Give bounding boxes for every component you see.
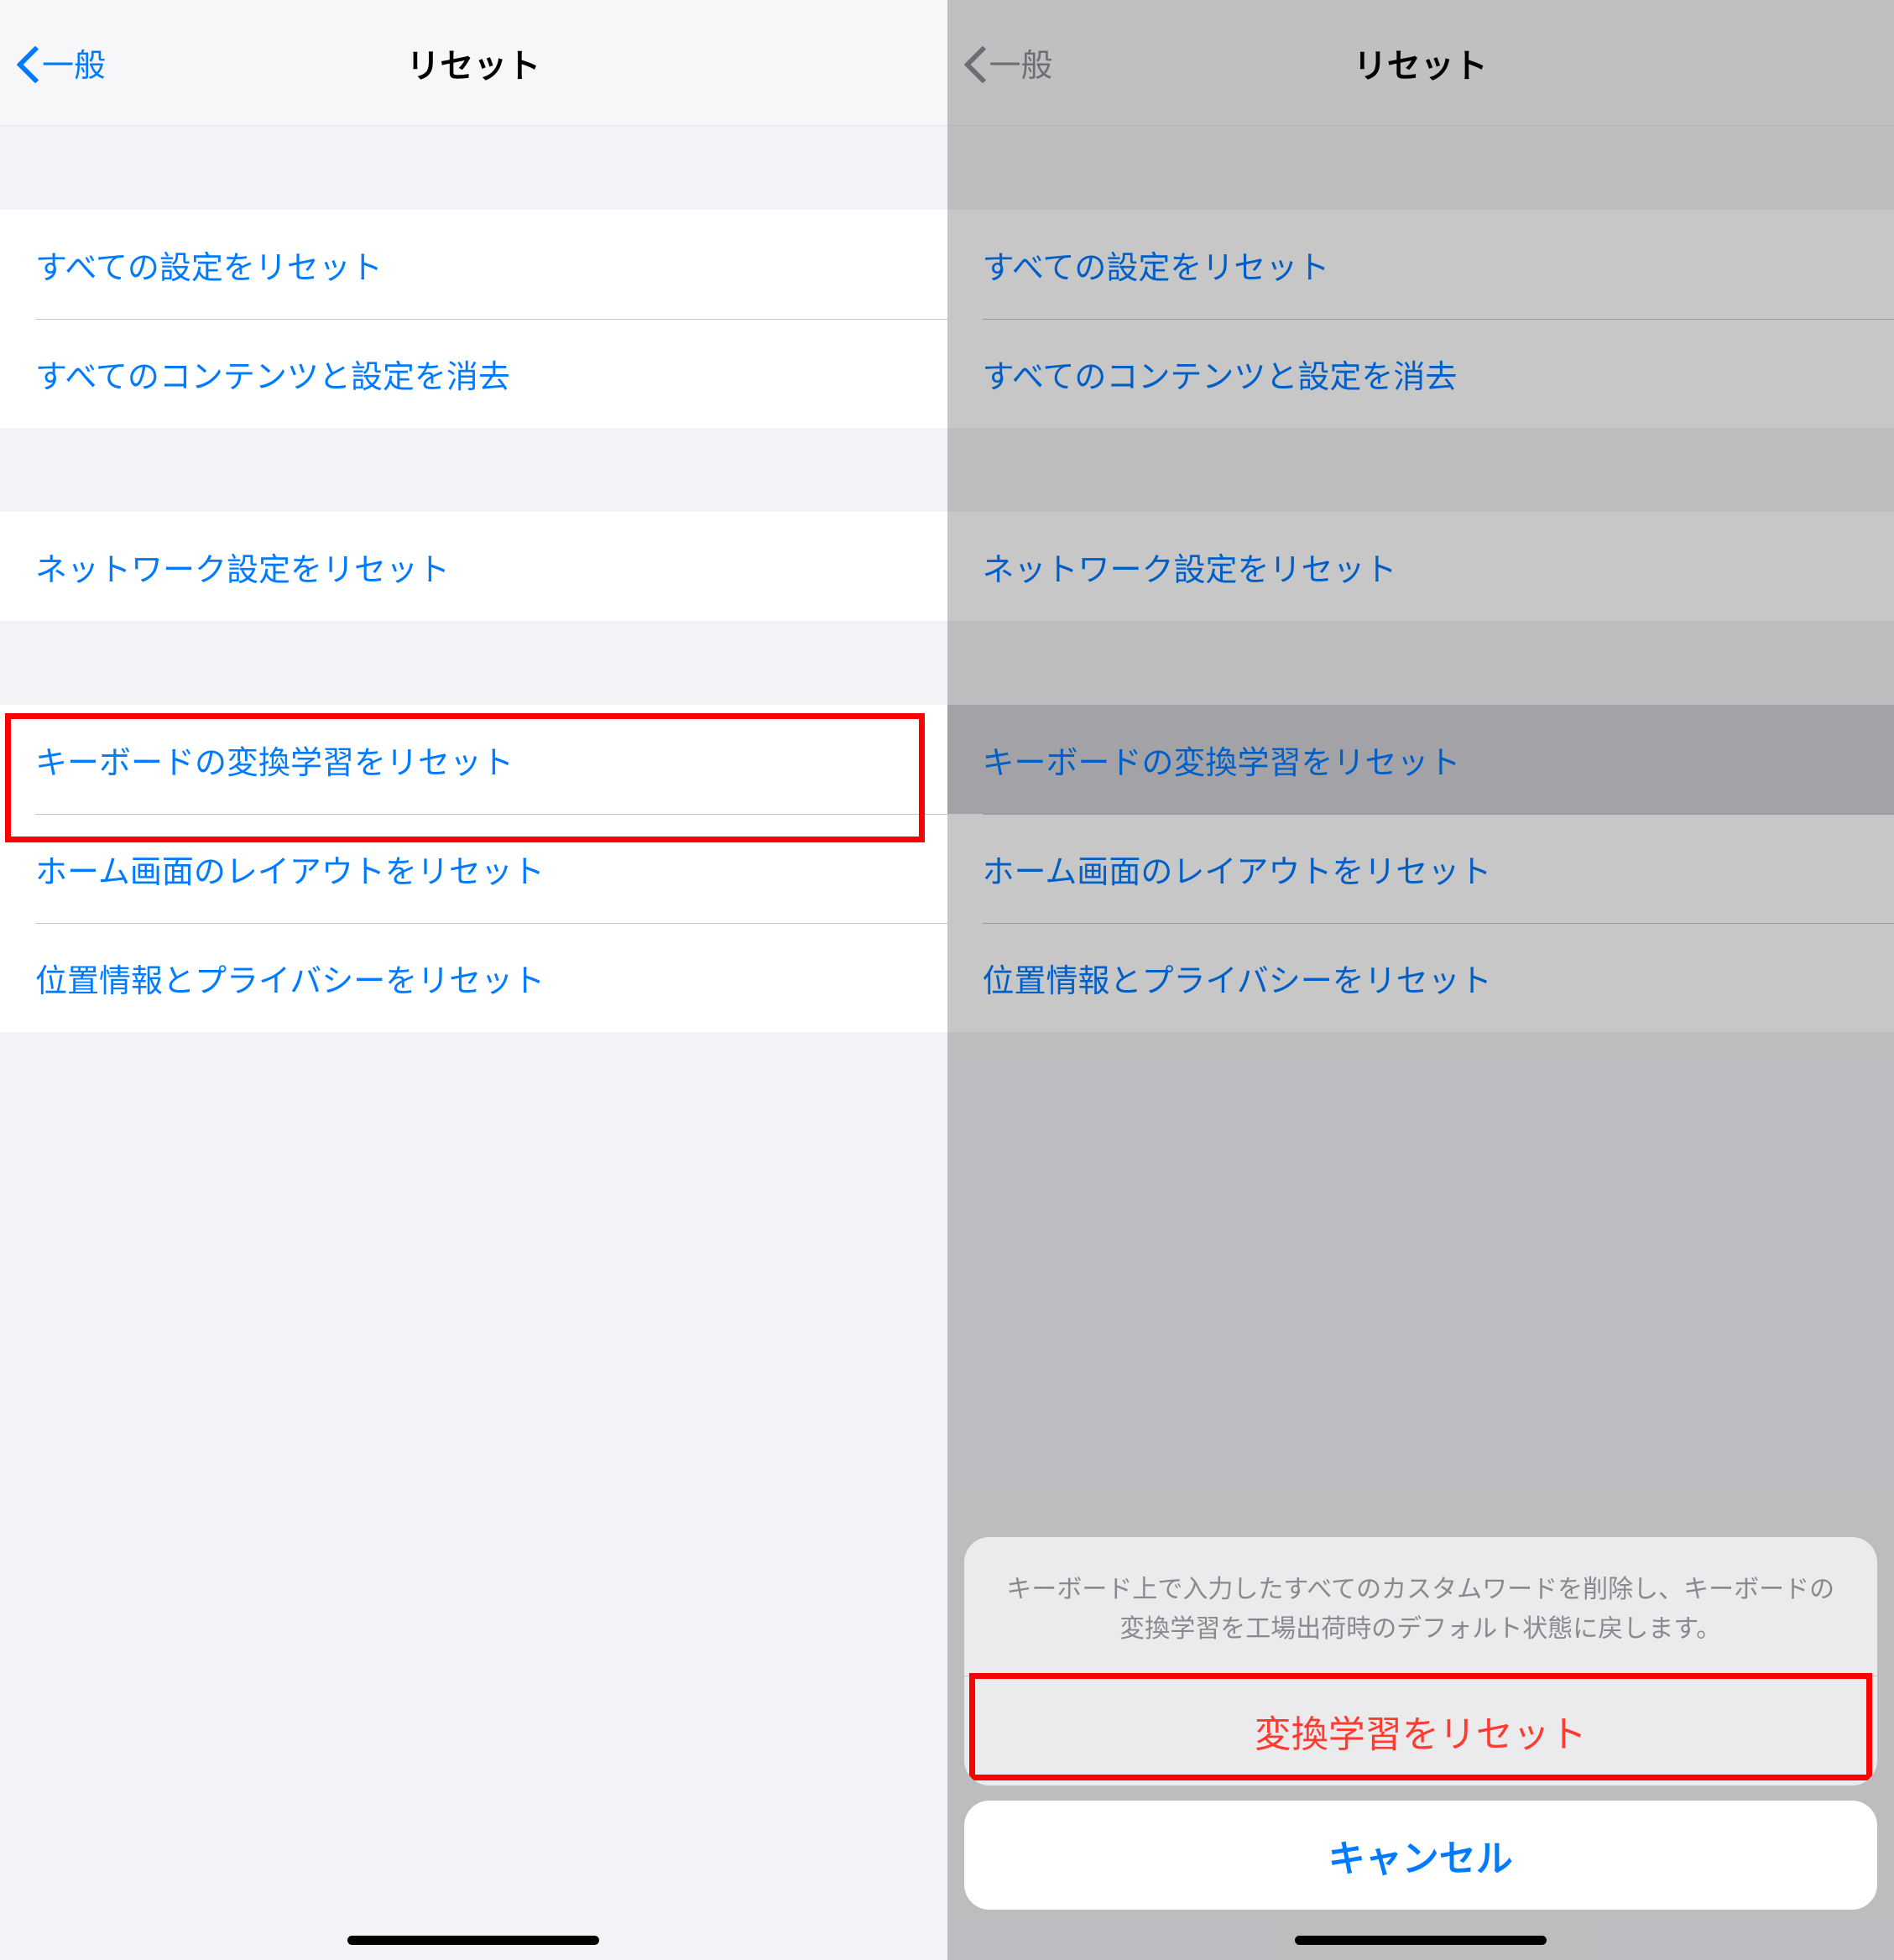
navbar: 一般 リセット [0, 0, 947, 126]
back-button[interactable]: 一般 [963, 0, 1053, 125]
chevron-left-icon [15, 44, 37, 81]
settings-reset-screen-left: 一般 リセット すべての設定をリセット すべてのコンテンツと設定を消去 ネットワ… [0, 0, 947, 1960]
row-label: ネットワーク設定をリセット [35, 544, 450, 590]
settings-group-1: すべての設定をリセット すべてのコンテンツと設定を消去 [0, 210, 947, 428]
group-spacer [947, 621, 1894, 705]
group-spacer [0, 428, 947, 512]
chevron-left-icon [963, 44, 984, 81]
reset-network[interactable]: ネットワーク設定をリセット [947, 512, 1894, 621]
row-label: ホーム画面のレイアウトをリセット [983, 846, 1492, 892]
reset-location-privacy[interactable]: 位置情報とプライバシーをリセット [947, 923, 1894, 1032]
row-label: すべての設定をリセット [35, 242, 383, 288]
group-spacer [947, 428, 1894, 512]
row-label: すべてのコンテンツと設定を消去 [35, 351, 510, 397]
cancel-button[interactable]: キャンセル [964, 1801, 1878, 1910]
reset-network[interactable]: ネットワーク設定をリセット [0, 512, 947, 621]
row-label: ネットワーク設定をリセット [983, 544, 1397, 590]
reset-location-privacy[interactable]: 位置情報とプライバシーをリセット [0, 923, 947, 1032]
home-indicator [347, 1936, 599, 1945]
settings-group-2: ネットワーク設定をリセット [947, 512, 1894, 621]
row-label: キーボードの変換学習をリセット [983, 737, 1461, 783]
reset-home-layout[interactable]: ホーム画面のレイアウトをリセット [0, 814, 947, 923]
reset-all-settings[interactable]: すべての設定をリセット [0, 210, 947, 319]
action-sheet-main: キーボード上で入力したすべてのカスタムワードを削除し、キーボードの変換学習を工場… [964, 1537, 1878, 1785]
cancel-label: キャンセル [1328, 1828, 1513, 1882]
row-label: 位置情報とプライバシーをリセット [35, 955, 545, 1001]
group-spacer [947, 126, 1894, 210]
row-label: 位置情報とプライバシーをリセット [983, 955, 1492, 1001]
group-spacer [0, 621, 947, 705]
action-sheet: キーボード上で入力したすべてのカスタムワードを削除し、キーボードの変換学習を工場… [964, 1537, 1878, 1910]
home-indicator [1295, 1936, 1547, 1945]
settings-group-3: キーボードの変換学習をリセット ホーム画面のレイアウトをリセット 位置情報とプラ… [0, 705, 947, 1032]
row-label: ホーム画面のレイアウトをリセット [35, 846, 545, 892]
row-label: すべてのコンテンツと設定を消去 [983, 351, 1458, 397]
page-title: リセット [1354, 39, 1488, 87]
settings-group-3: キーボードの変換学習をリセット ホーム画面のレイアウトをリセット 位置情報とプラ… [947, 705, 1894, 1032]
reset-keyboard-dictionary[interactable]: キーボードの変換学習をリセット [0, 705, 947, 814]
settings-reset-screen-right: 一般 リセット すべての設定をリセット すべてのコンテンツと設定を消去 ネットワ… [947, 0, 1894, 1960]
erase-all-content[interactable]: すべてのコンテンツと設定を消去 [0, 319, 947, 428]
settings-group-2: ネットワーク設定をリセット [0, 512, 947, 621]
row-label: すべての設定をリセット [983, 242, 1330, 288]
back-button[interactable]: 一般 [15, 0, 106, 125]
settings-group-1: すべての設定をリセット すべてのコンテンツと設定を消去 [947, 210, 1894, 428]
row-label: キーボードの変換学習をリセット [35, 737, 514, 783]
confirm-reset-keyboard-button[interactable]: 変換学習をリセット [964, 1676, 1878, 1785]
reset-home-layout[interactable]: ホーム画面のレイアウトをリセット [947, 814, 1894, 923]
action-label: 変換学習をリセット [1255, 1704, 1587, 1758]
erase-all-content[interactable]: すべてのコンテンツと設定を消去 [947, 319, 1894, 428]
action-sheet-message: キーボード上で入力したすべてのカスタムワードを削除し、キーボードの変換学習を工場… [964, 1537, 1878, 1676]
reset-all-settings[interactable]: すべての設定をリセット [947, 210, 1894, 319]
group-spacer [0, 126, 947, 210]
page-title: リセット [406, 39, 540, 87]
navbar: 一般 リセット [947, 0, 1894, 126]
reset-keyboard-dictionary[interactable]: キーボードの変換学習をリセット [947, 705, 1894, 814]
